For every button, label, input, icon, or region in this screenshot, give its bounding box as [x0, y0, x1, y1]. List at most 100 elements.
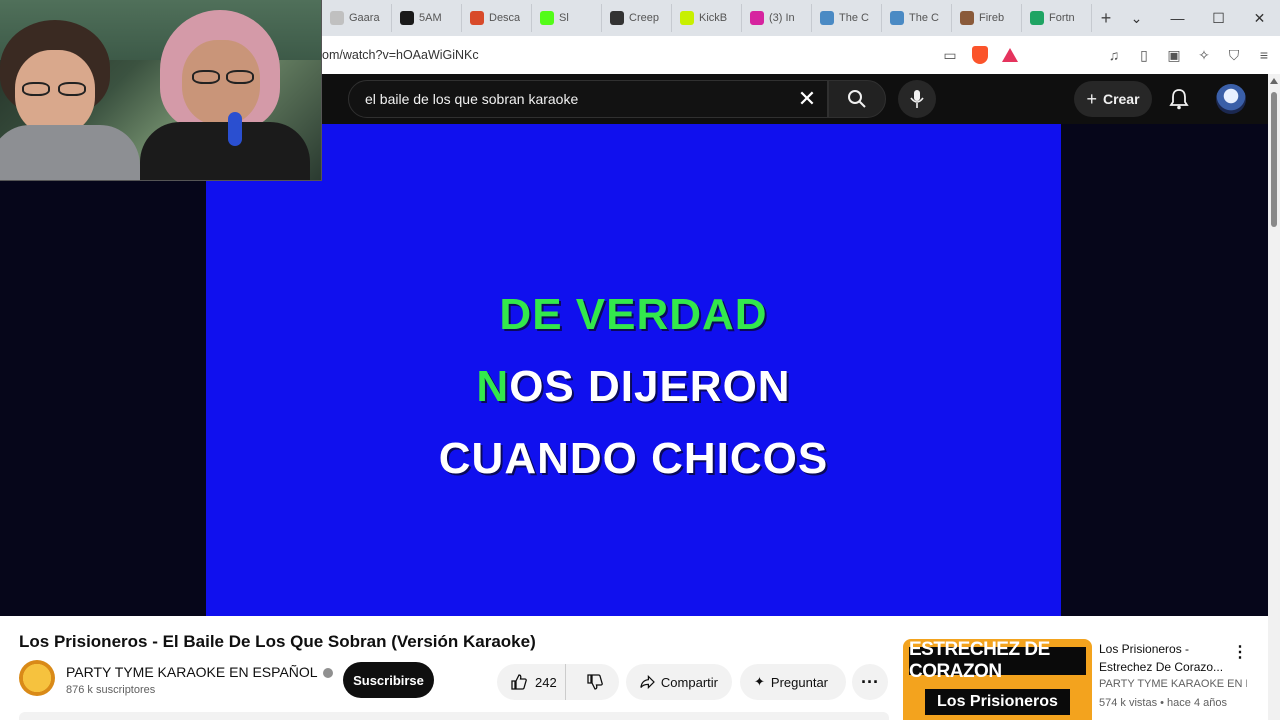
5am-favicon [400, 11, 414, 25]
search-box[interactable]: el baile de los que sobran karaoke ✕ [348, 80, 828, 118]
browser-tab[interactable]: The C [882, 4, 952, 32]
sidebar-icon[interactable]: ▯ [1136, 47, 1152, 63]
lyric-line-3: CUANDO CHICOS [438, 434, 829, 483]
browser-tab[interactable]: Fortn [1022, 4, 1092, 32]
cast-icon[interactable]: ▭ [942, 47, 958, 63]
subscribe-button[interactable]: Suscribirse [343, 662, 434, 698]
microphone-icon [910, 90, 924, 108]
account-avatar[interactable] [1216, 84, 1246, 114]
voice-search-button[interactable] [898, 80, 936, 118]
the-c-favicon [890, 11, 904, 25]
plus-icon: + [1086, 88, 1097, 109]
tab-title: Fortn [1049, 12, 1075, 24]
recommendation-title[interactable]: Los Prisioneros - Estrechez De Corazo... [1099, 640, 1229, 676]
url-text[interactable]: om/watch?v=hOAaWiGiNKc [322, 48, 479, 62]
search-input[interactable]: el baile de los que sobran karaoke [365, 91, 578, 107]
screen: Gaara 5AM Desca Sl Creep KickB (3) In The C The … [0, 0, 1280, 720]
vpn-icon[interactable]: ⛉ [1226, 47, 1242, 63]
more-icon: ··· [861, 671, 879, 692]
browser-tab[interactable]: The C [812, 4, 882, 32]
tab-title: Gaara [349, 12, 380, 24]
window-controls: ⌄ — ☐ ✕ [1116, 0, 1280, 36]
page-scrollbar[interactable] [1268, 74, 1280, 720]
drive-favicon [1030, 11, 1044, 25]
thumbnail-artist: Los Prisioneros [925, 689, 1070, 715]
streamer-left [0, 20, 140, 180]
webcam-overlay [0, 0, 322, 181]
brave-shields-icon[interactable] [972, 46, 988, 64]
streamer-right [140, 10, 310, 180]
browser-tab[interactable]: Desca [462, 4, 532, 32]
search-icon [848, 90, 866, 108]
tab-title: The C [839, 12, 869, 24]
like-dislike-group: 242 [497, 664, 619, 700]
ask-button[interactable]: ✦ Preguntar [740, 664, 846, 700]
browser-tab[interactable]: (3) In [742, 4, 812, 32]
browser-tab[interactable]: KickB [672, 4, 742, 32]
tab-title: The C [909, 12, 939, 24]
tab-title: Fireb [979, 12, 1005, 24]
like-count: 242 [535, 674, 557, 690]
creep-favicon [610, 11, 624, 25]
lyric-line-1: DE VERDAD [499, 290, 768, 339]
channel-avatar[interactable] [19, 660, 55, 696]
sparkle-icon: ✦ [754, 674, 765, 689]
dislike-button[interactable] [572, 674, 619, 690]
brave-rewards-icon[interactable] [1002, 48, 1018, 62]
kick-favicon [540, 11, 554, 25]
minimize-button[interactable]: — [1157, 0, 1198, 36]
search-button[interactable] [828, 80, 886, 118]
close-window-button[interactable]: ✕ [1239, 0, 1280, 36]
address-bar[interactable]: om/watch?v=hOAaWiGiNKc ▭ ♫ ▯ ▣ ✧ ⛉ ≡ [322, 36, 1280, 74]
video-player[interactable]: DE VERDAD NOS DIJERON CUANDO CHICOS [0, 124, 1268, 616]
video-frame[interactable]: DE VERDAD NOS DIJERON CUANDO CHICOS [206, 124, 1061, 616]
tab-title: Desca [489, 12, 521, 24]
browser-tab[interactable]: 5AM [392, 4, 462, 32]
scroll-up-arrow[interactable] [1270, 78, 1278, 84]
more-actions-button[interactable]: ··· [852, 664, 888, 700]
clear-search-icon[interactable]: ✕ [793, 85, 821, 113]
recommendation-channel[interactable]: PARTY TYME KARAOKE EN E... [1099, 678, 1247, 690]
ask-label: Preguntar [770, 674, 828, 690]
lyric-line-2: NOS DIJERON [206, 362, 1061, 412]
video-title: Los Prisioneros - El Baile De Los Que So… [19, 632, 536, 651]
gaara-favicon [330, 11, 344, 25]
recommendation-thumbnail[interactable]: ESTRECHEZ DE CORAZON Los Prisioneros [903, 639, 1092, 720]
tab-list: Gaara 5AM Desca Sl Creep KickB (3) In The C The … [322, 0, 1120, 36]
like-button[interactable]: 242 [497, 664, 566, 700]
browser-tab[interactable]: Fireb [952, 4, 1022, 32]
subscriber-count: 876 k suscriptores [66, 684, 156, 696]
scrollbar-thumb[interactable] [1271, 92, 1277, 227]
channel-name[interactable]: PARTY TYME KARAOKE EN ESPAÑOL [66, 664, 333, 680]
tab-title: Creep [629, 12, 659, 24]
create-button[interactable]: + Crear [1074, 81, 1152, 117]
lyric-highlight: N [476, 362, 510, 411]
notifications-button[interactable] [1166, 86, 1192, 112]
the-c-favicon [820, 11, 834, 25]
tab-title: KickB [699, 12, 728, 24]
recommendation-menu-icon[interactable]: ⋮ [1232, 642, 1248, 662]
browser-tab[interactable]: Creep [602, 4, 672, 32]
maximize-button[interactable]: ☐ [1198, 0, 1239, 36]
share-label: Compartir [660, 674, 718, 690]
menu-icon[interactable]: ≡ [1256, 47, 1272, 63]
thumbs-down-icon [587, 674, 604, 690]
video-details: Los Prisioneros - El Baile De Los Que So… [0, 616, 1268, 720]
monkey-favicon [960, 11, 974, 25]
media-icon[interactable]: ♫ [1106, 47, 1122, 63]
recommendation-meta: 574 k vistas • hace 4 años [1099, 697, 1227, 709]
browser-tab[interactable]: Gaara [322, 4, 392, 32]
share-icon [640, 675, 655, 689]
tab-title: 5AM [419, 12, 442, 24]
browser-tab[interactable]: Sl [532, 4, 602, 32]
tab-search-icon[interactable]: ⌄ [1116, 0, 1157, 36]
grid-favicon [470, 11, 484, 25]
create-label: Crear [1102, 91, 1140, 107]
thumbnail-title: ESTRECHEZ DE CORAZON [909, 639, 1086, 682]
leo-ai-icon[interactable]: ✧ [1196, 47, 1212, 63]
share-button[interactable]: Compartir [626, 664, 732, 700]
channel-name-text[interactable]: PARTY TYME KARAOKE EN ESPAÑOL [66, 664, 318, 680]
kickbot-favicon [680, 11, 694, 25]
address-bar-icons: ▭ ♫ ▯ ▣ ✧ ⛉ ≡ [942, 46, 1272, 64]
wallet-icon[interactable]: ▣ [1166, 47, 1182, 63]
